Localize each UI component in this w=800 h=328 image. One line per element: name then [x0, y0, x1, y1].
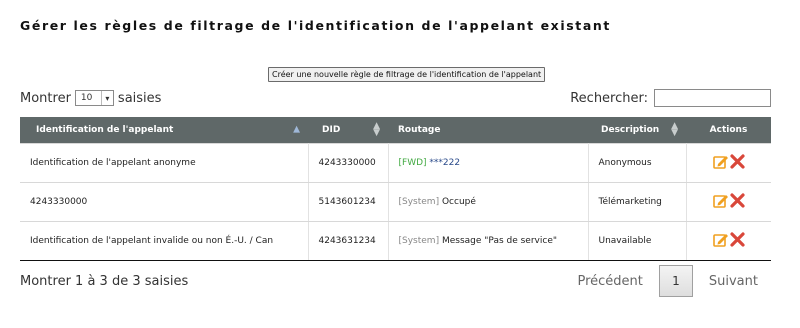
route-destination: Message "Pas de service" — [441, 235, 557, 246]
column-header-did[interactable]: DID ▲ ▼ — [308, 117, 388, 143]
cell-caller-id: 4243330000 — [20, 182, 309, 222]
sort-asc-icon: ▲ — [293, 124, 300, 135]
next-page-button[interactable]: Suivant — [709, 274, 758, 289]
delete-icon[interactable] — [730, 153, 745, 172]
table-row: Identification de l'appelant invalide ou… — [20, 221, 771, 261]
column-header-label: Actions — [709, 124, 748, 135]
column-header-label: Description — [601, 124, 660, 135]
column-header-label: Identification de l'appelant — [36, 124, 174, 135]
cell-description: Télémarketing — [588, 182, 687, 222]
pagination: Précédent 1 Suivant — [577, 265, 758, 297]
table-row: Identification de l'appelant anonyme 424… — [20, 142, 771, 183]
length-prefix-label: Montrer — [20, 90, 71, 106]
table-header-row: Identification de l'appelant ▲ DID ▲ ▼ Ro… — [20, 117, 771, 143]
entries-per-page-value: 10 — [80, 93, 93, 103]
route-tag: [FWD] — [398, 157, 427, 168]
delete-icon[interactable] — [730, 231, 745, 250]
edit-icon[interactable] — [712, 154, 730, 172]
cell-actions — [686, 182, 771, 222]
cell-caller-id: Identification de l'appelant anonyme — [20, 142, 309, 183]
route-tag: [System] — [398, 196, 440, 207]
delete-icon[interactable] — [730, 192, 745, 211]
route-tag: [System] — [398, 235, 440, 246]
page-title: Gérer les règles de filtrage de l'identi… — [20, 18, 611, 33]
cell-actions — [686, 142, 771, 183]
column-header-caller-id[interactable]: Identification de l'appelant ▲ — [20, 117, 308, 143]
cell-routing: [FWD] ***222 — [388, 142, 589, 183]
search-control: Rechercher: — [570, 89, 771, 107]
table-row: 4243330000 5143601234 [System] Occupé Té… — [20, 182, 771, 222]
create-rule-button[interactable]: Créer une nouvelle règle de filtrage de … — [268, 67, 546, 82]
entries-per-page-select[interactable]: 10 ▾ — [74, 90, 114, 106]
column-header-routing: Routage — [388, 117, 588, 143]
table-info: Montrer 1 à 3 de 3 saisies — [20, 274, 189, 289]
search-label: Rechercher: — [570, 90, 648, 106]
column-header-label: Routage — [398, 124, 441, 135]
previous-page-button[interactable]: Précédent — [577, 274, 642, 289]
sort-both-icon: ▲ ▼ — [671, 120, 678, 138]
cell-routing: [System] Message "Pas de service" — [388, 221, 589, 261]
cell-description: Anonymous — [588, 142, 687, 183]
route-destination: ***222 — [429, 157, 461, 168]
cell-caller-id: Identification de l'appelant invalide ou… — [20, 221, 309, 261]
edit-icon[interactable] — [712, 193, 730, 211]
cell-did: 4243631234 — [308, 221, 389, 261]
column-header-label: DID — [322, 124, 341, 135]
entries-length-control: Montrer 10 ▾ saisies — [20, 90, 161, 106]
caller-id-rules-table: Identification de l'appelant ▲ DID ▲ ▼ Ro… — [20, 117, 771, 261]
search-input[interactable] — [654, 89, 771, 107]
cell-did: 4243330000 — [308, 142, 389, 183]
cell-actions — [686, 221, 771, 261]
edit-icon[interactable] — [712, 232, 730, 250]
route-destination: Occupé — [441, 196, 476, 207]
page-button-current[interactable]: 1 — [658, 265, 693, 297]
column-header-actions: Actions — [686, 117, 771, 143]
cell-routing: [System] Occupé — [388, 182, 589, 222]
length-suffix-label: saisies — [117, 90, 162, 106]
column-header-description[interactable]: Description ▲ ▼ — [588, 117, 686, 143]
cell-did: 5143601234 — [308, 182, 389, 222]
cell-description: Unavailable — [588, 221, 687, 261]
sort-both-icon: ▲ ▼ — [373, 120, 380, 138]
chevron-down-icon: ▾ — [100, 91, 113, 105]
